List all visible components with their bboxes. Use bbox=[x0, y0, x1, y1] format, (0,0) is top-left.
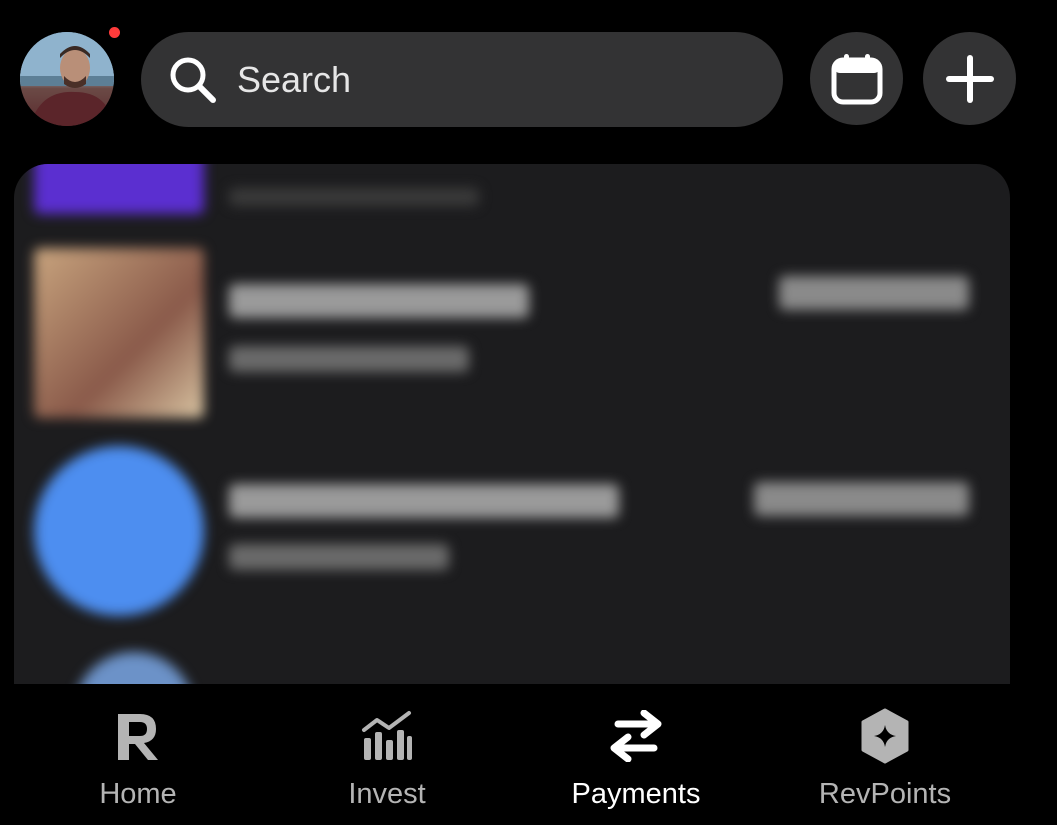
profile-avatar[interactable] bbox=[20, 32, 114, 126]
list-item-amount bbox=[779, 276, 969, 310]
list-item-subtitle bbox=[229, 346, 469, 372]
search-bar[interactable] bbox=[141, 32, 783, 127]
nav-payments-label: Payments bbox=[571, 778, 701, 810]
plus-icon bbox=[945, 54, 994, 103]
hexagon-star-icon bbox=[861, 708, 909, 764]
nav-payments[interactable]: Payments bbox=[526, 706, 746, 811]
bottom-nav: Home Invest Payments RevPoints bbox=[0, 684, 1057, 825]
nav-invest[interactable]: Invest bbox=[277, 706, 497, 811]
list-item-avatar bbox=[34, 248, 204, 418]
list-item-subtitle bbox=[229, 544, 449, 570]
list-item-amount bbox=[754, 482, 969, 516]
nav-home[interactable]: Home bbox=[28, 706, 248, 811]
add-button[interactable] bbox=[923, 32, 1016, 125]
chart-bars-icon bbox=[362, 711, 412, 760]
nav-revpoints-label: RevPoints bbox=[818, 778, 952, 810]
nav-invest-label: Invest bbox=[348, 778, 426, 810]
list-item-avatar bbox=[74, 652, 194, 684]
calendar-button[interactable] bbox=[810, 32, 903, 125]
notification-dot bbox=[109, 27, 120, 38]
list-item-avatar bbox=[34, 164, 204, 214]
list-item-title bbox=[229, 484, 619, 518]
revolut-r-icon bbox=[118, 714, 158, 760]
avatar-photo bbox=[20, 32, 114, 126]
nav-home-label: Home bbox=[99, 778, 177, 810]
search-input[interactable] bbox=[235, 57, 719, 102]
list-item-title bbox=[229, 284, 529, 318]
search-icon bbox=[170, 57, 216, 103]
list-item-avatar bbox=[34, 446, 204, 616]
nav-revpoints[interactable]: RevPoints bbox=[775, 706, 995, 811]
calendar-icon bbox=[831, 53, 882, 104]
transfer-arrows-icon bbox=[610, 710, 662, 762]
list-item-text bbox=[229, 188, 479, 206]
transactions-list[interactable] bbox=[14, 164, 1010, 684]
